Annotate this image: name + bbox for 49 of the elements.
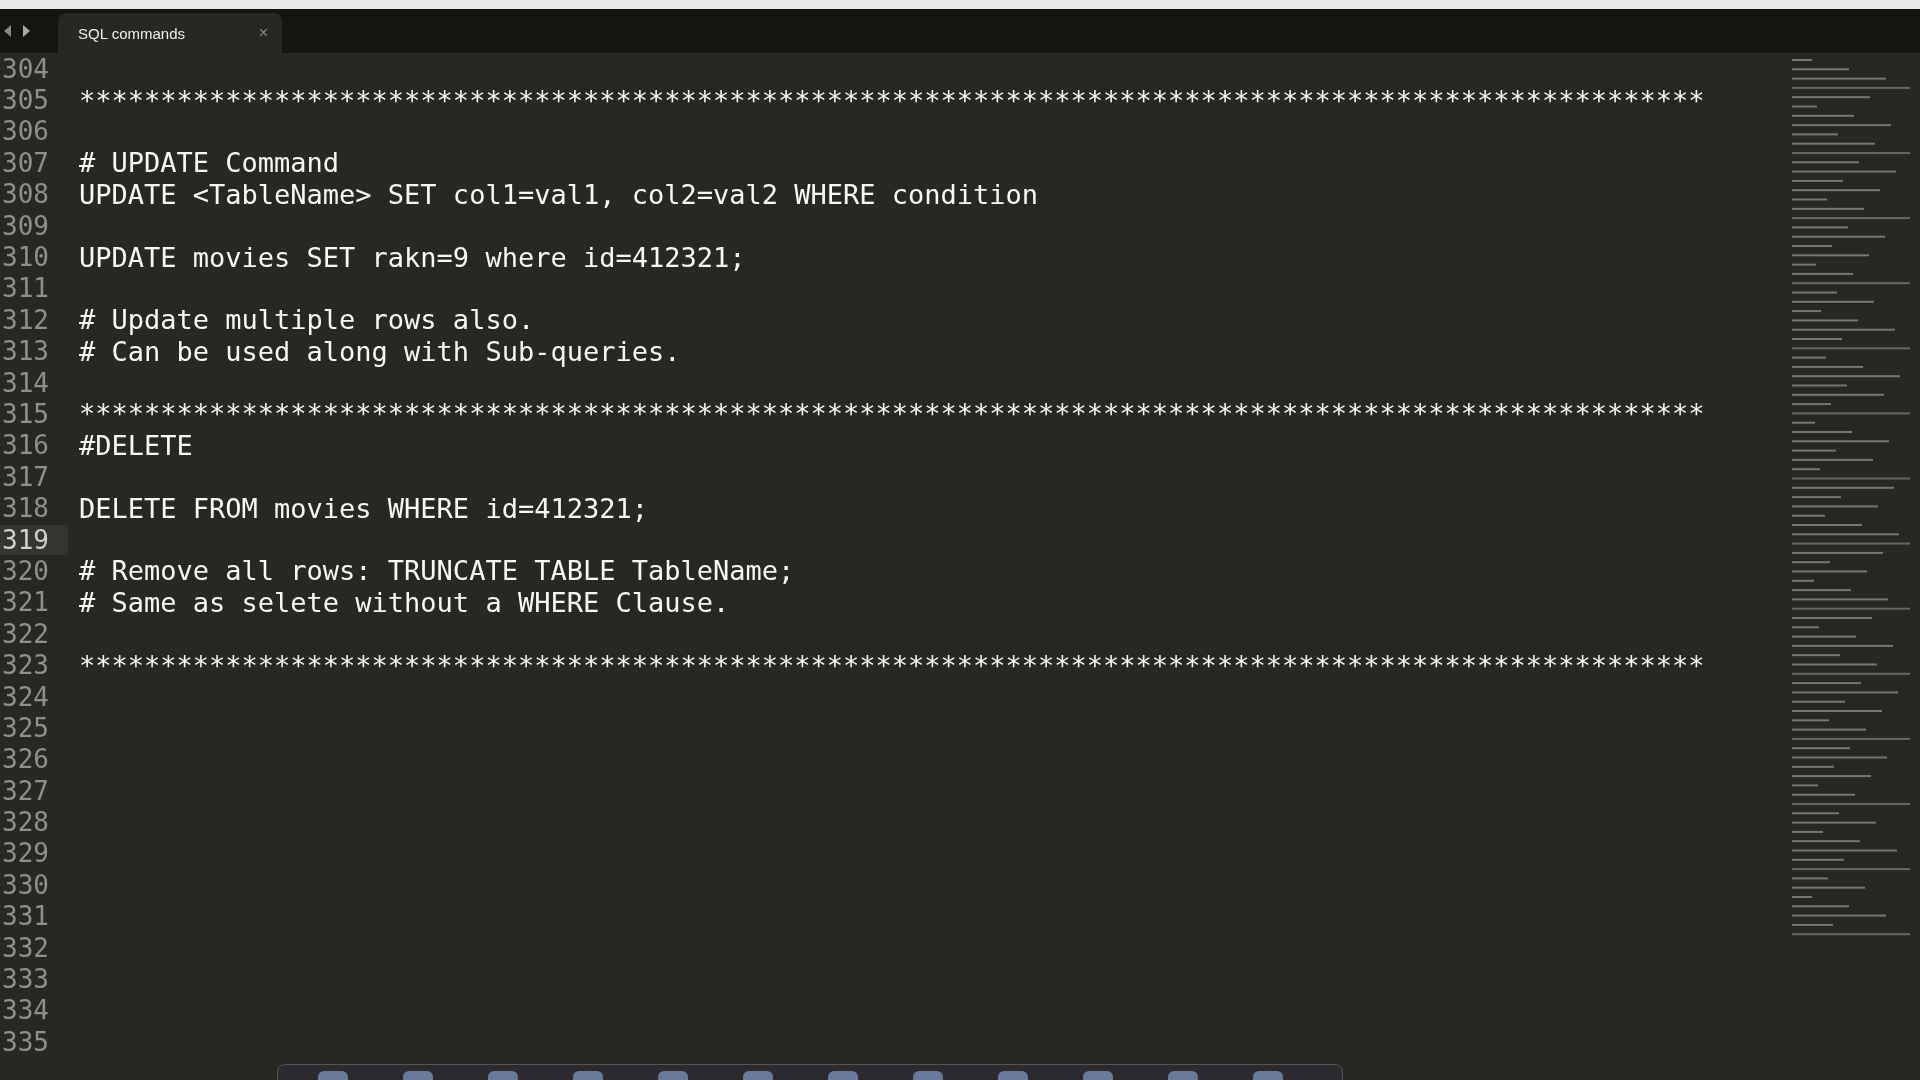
code-line: **************************************************************************************************** (79, 649, 1705, 681)
line-number: 327 (1, 775, 50, 806)
forward-arrow-icon[interactable] (22, 25, 30, 37)
line-number: 305 (1, 85, 50, 116)
line-number: 317 (1, 461, 50, 492)
code-line: #DELETE (79, 429, 193, 461)
line-number: 304 (1, 53, 50, 84)
line-number: 333 (1, 964, 50, 994)
code-line: # Update multiple rows also. (79, 304, 535, 336)
line-number: 324 (1, 681, 50, 712)
code-line: **************************************************************************************************** (79, 398, 1705, 430)
line-number: 332 (1, 932, 50, 963)
line-number: 318 (1, 493, 50, 524)
code-line: UPDATE <TableName> SET col1=val1, col2=val2 WHERE condition (79, 178, 1039, 210)
code-line: UPDATE movies SET rakn=9 where id=412321; (79, 241, 746, 273)
line-number: 323 (1, 650, 50, 681)
line-number: 331 (1, 901, 50, 932)
line-number: 316 (1, 430, 50, 461)
line-number: 306 (1, 116, 50, 147)
line-number: 334 (1, 995, 50, 1026)
line-number: 322 (1, 618, 50, 649)
line-number: 320 (1, 555, 50, 586)
line-number: 307 (1, 147, 50, 178)
line-number: 329 (1, 838, 50, 869)
line-number: 315 (1, 399, 50, 429)
code-line: # Can be used along with Sub-queries. (79, 335, 681, 367)
line-number: 335 (1, 1026, 50, 1057)
code-line: **************************************************************************************************** (79, 84, 1705, 116)
line-number: 330 (1, 869, 50, 900)
line-number: 309 (1, 210, 50, 241)
line-number: 325 (1, 712, 50, 743)
line-number: 312 (1, 304, 50, 335)
code-line: # Same as selete without a WHERE Clause. (79, 586, 730, 618)
close-icon[interactable]: × (258, 24, 268, 42)
line-number: 313 (1, 336, 50, 367)
code-line: # UPDATE Command (79, 147, 340, 179)
code-line: # Remove all rows: TRUNCATE TABLE TableName; (79, 555, 795, 587)
line-number: 326 (1, 744, 50, 775)
code-line: DELETE FROM movies WHERE id=412321; (79, 492, 648, 524)
line-number: 328 (1, 807, 50, 838)
tab-title: SQL commands (78, 24, 185, 42)
line-number: 314 (1, 367, 50, 398)
line-number: 319 (0, 524, 68, 555)
line-number: 310 (1, 242, 50, 273)
line-number: 311 (1, 273, 50, 304)
line-number: 321 (1, 587, 50, 618)
back-arrow-icon[interactable] (4, 25, 12, 37)
line-number: 308 (1, 179, 50, 210)
editor-tab[interactable]: SQL commands × (58, 13, 282, 53)
